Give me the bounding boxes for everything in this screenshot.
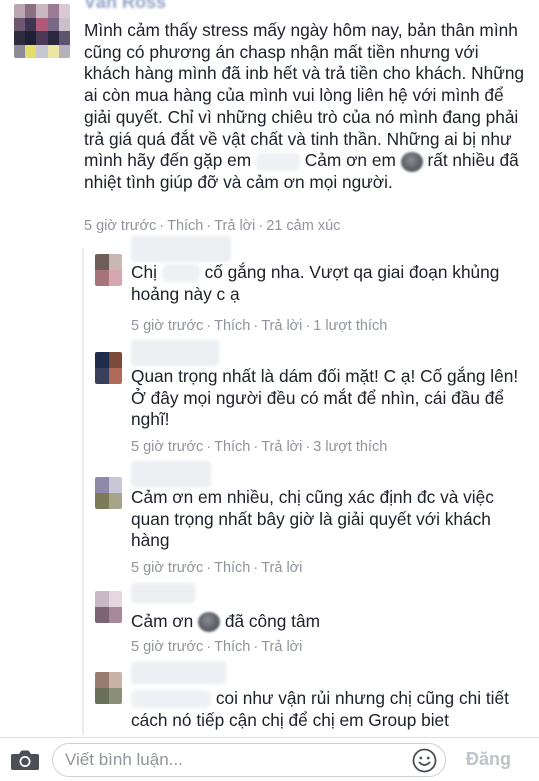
reply-text: Quan trọng nhất là dám đối mặt! C ạ! Cố …	[131, 366, 519, 429]
comment-composer: Đăng	[0, 737, 539, 781]
reply-thread-line	[82, 248, 84, 735]
comment-text: Mình cảm thấy stress mấy ngày hôm nay, b…	[84, 20, 529, 194]
comment-thread: Vân Ross Mình cảm thấy stress mấy ngày h…	[0, 0, 539, 735]
post-button[interactable]: Đăng	[466, 749, 511, 770]
reply-author-name[interactable]	[131, 662, 226, 684]
comment-input-box[interactable]	[52, 743, 446, 777]
reply-time[interactable]: 5 giờ trước	[131, 318, 203, 334]
avatar[interactable]	[95, 254, 122, 286]
redacted-name	[161, 264, 200, 283]
reply-author-name[interactable]	[131, 340, 219, 366]
like-link[interactable]: Thích	[214, 639, 250, 655]
reply-text: Chị cố gắng nha. Vượt qa giai đoạn khủng…	[131, 262, 531, 305]
redacted-avatar-icon	[400, 151, 423, 172]
reply-meta: 5 giờ trước · Thích · Trả lời	[131, 560, 303, 576]
avatar[interactable]	[95, 477, 122, 509]
reply-item: Cảm ơn đã công tâm 5 giờ trước · Thích · Trả…	[95, 583, 535, 663]
reply-text: coi như vận rủi nhưng chị cũng chi tiết …	[131, 688, 531, 731]
like-link[interactable]: Thích	[167, 218, 203, 234]
avatar[interactable]	[95, 591, 122, 623]
reply-meta: 5 giờ trước · Thích · Trả lời	[131, 639, 303, 655]
reply-time[interactable]: 5 giờ trước	[131, 439, 203, 455]
reply-author-name[interactable]	[131, 461, 211, 487]
redacted-name	[131, 690, 211, 709]
like-link[interactable]: Thích	[214, 318, 250, 334]
avatar[interactable]	[14, 4, 70, 58]
reply-item: Cảm ơn em nhiều, chị cũng xác định đc và…	[95, 461, 535, 581]
comment-time[interactable]: 5 giờ trước	[84, 218, 156, 234]
camera-icon[interactable]	[10, 748, 40, 772]
reply-text-part1: Cảm ơn	[131, 611, 194, 631]
reply-item: Chị cố gắng nha. Vượt qa giai đoạn khủng…	[95, 236, 535, 346]
reactions-count[interactable]: 21 cảm xúc	[266, 218, 340, 234]
reply-meta: 5 giờ trước · Thích · Trả lời · 1 lượt thích	[131, 318, 388, 334]
reply-text-part1: Chị	[131, 262, 157, 282]
reply-text-part2: đã công tâm	[224, 611, 320, 631]
smiley-icon[interactable]	[412, 748, 437, 773]
reply-text: Cảm ơn đã công tâm	[131, 611, 531, 633]
redacted-name	[255, 152, 300, 171]
reply-meta: 5 giờ trước · Thích · Trả lời · 3 lượt thích	[131, 439, 388, 455]
reply-link[interactable]: Trả lời	[261, 439, 302, 455]
reply-time[interactable]: 5 giờ trước	[131, 639, 203, 655]
reply-item: Quan trọng nhất là dám đối mặt! C ạ! Cố …	[95, 340, 535, 465]
comment-text-part2: Cảm ơn em	[304, 150, 396, 171]
reply-link[interactable]: Trả lời	[261, 560, 302, 576]
reply-link[interactable]: Trả lời	[214, 218, 255, 234]
likes-count[interactable]: 1 lượt thích	[313, 318, 387, 334]
reply-item: coi như vận rủi nhưng chị cũng chi tiết …	[95, 662, 535, 735]
avatar[interactable]	[95, 672, 122, 704]
like-link[interactable]: Thích	[214, 439, 250, 455]
reply-text: Cảm ơn em nhiều, chị cũng xác định đc và…	[131, 487, 494, 550]
reply-link[interactable]: Trả lời	[261, 318, 302, 334]
reply-link[interactable]: Trả lời	[261, 639, 302, 655]
redacted-avatar-icon	[198, 612, 221, 633]
reply-time[interactable]: 5 giờ trước	[131, 560, 203, 576]
reply-author-name[interactable]	[131, 236, 231, 262]
comment-meta: 5 giờ trước · Thích · Trả lời · 21 cảm xúc	[84, 218, 341, 234]
comment-text-part1: Mình cảm thấy stress mấy ngày hôm nay, b…	[84, 20, 525, 171]
comment-input[interactable]	[65, 748, 405, 772]
comment-author-name[interactable]: Vân Ross	[84, 0, 166, 13]
reply-author-name[interactable]	[131, 583, 195, 603]
likes-count[interactable]: 3 lượt thích	[313, 439, 387, 455]
like-link[interactable]: Thích	[214, 560, 250, 576]
avatar[interactable]	[95, 352, 122, 384]
